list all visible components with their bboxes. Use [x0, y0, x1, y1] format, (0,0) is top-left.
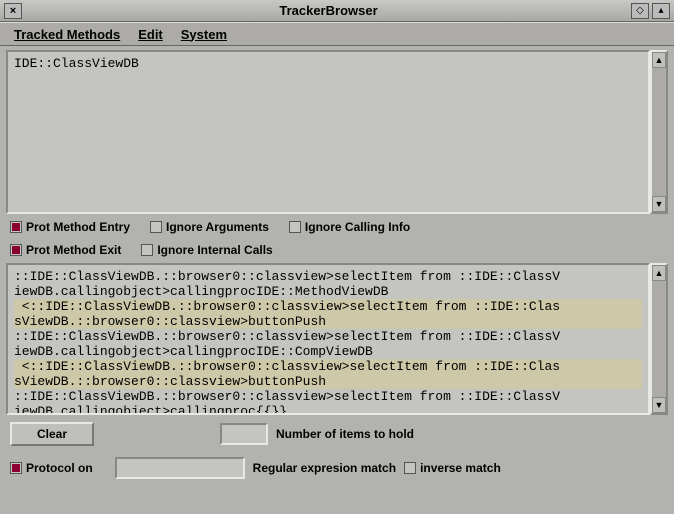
label-regex: Regular expresion match: [253, 461, 396, 475]
checkbox-ignore-calling-info[interactable]: [289, 221, 301, 233]
label-num-items: Number of items to hold: [276, 427, 414, 441]
log-line[interactable]: iewDB.callingobject>callingprocIDE::Comp…: [14, 344, 642, 359]
checkbox-protocol-on[interactable]: [10, 462, 22, 474]
checkbox-prot-method-entry[interactable]: [10, 221, 22, 233]
regex-input[interactable]: [115, 457, 245, 479]
menu-edit[interactable]: Edit: [138, 27, 163, 42]
menubar: Tracked Methods Edit System: [0, 22, 674, 46]
menu-system[interactable]: System: [181, 27, 227, 42]
log-line[interactable]: iewDB.callingobject>callingprocIDE::Meth…: [14, 284, 642, 299]
log-panel[interactable]: ::IDE::ClassViewDB.::browser0::classview…: [6, 263, 650, 415]
menu-tracked-methods[interactable]: Tracked Methods: [14, 27, 120, 42]
scrollbar-log[interactable]: ▲ ▼: [650, 263, 668, 415]
log-line[interactable]: ::IDE::ClassViewDB.::browser0::classview…: [14, 329, 642, 344]
checkbox-inverse-match[interactable]: [404, 462, 416, 474]
window-title: TrackerBrowser: [26, 3, 631, 18]
scrollbar-top[interactable]: ▲ ▼: [650, 50, 668, 214]
scroll-up-icon[interactable]: ▲: [652, 52, 666, 68]
maximize-icon[interactable]: ◇: [631, 3, 649, 19]
label-ignore-arguments: Ignore Arguments: [166, 220, 269, 234]
checkbox-ignore-arguments[interactable]: [150, 221, 162, 233]
label-prot-method-exit: Prot Method Exit: [26, 243, 121, 257]
titlebar: × TrackerBrowser ◇ ▴: [0, 0, 674, 22]
tracked-list-panel[interactable]: IDE::ClassViewDB: [6, 50, 650, 214]
minimize-icon[interactable]: ▴: [652, 3, 670, 19]
close-icon[interactable]: ×: [4, 3, 22, 19]
label-protocol-on: Protocol on: [26, 461, 93, 475]
options-row-1: Prot Method Entry Ignore Arguments Ignor…: [6, 217, 668, 237]
log-line[interactable]: sViewDB.::browser0::classview>buttonPush: [14, 374, 642, 389]
tracked-list-item[interactable]: IDE::ClassViewDB: [14, 56, 642, 71]
label-ignore-calling-info: Ignore Calling Info: [305, 220, 410, 234]
scroll-down-icon[interactable]: ▼: [652, 196, 666, 212]
checkbox-ignore-internal-calls[interactable]: [141, 244, 153, 256]
log-line[interactable]: iewDB.callingobject>callingproc{{}}: [14, 404, 642, 415]
log-line[interactable]: ::IDE::ClassViewDB.::browser0::classview…: [14, 389, 642, 404]
scroll-up-icon[interactable]: ▲: [652, 265, 666, 281]
options-row-2: Prot Method Exit Ignore Internal Calls: [6, 240, 668, 260]
log-line[interactable]: ::IDE::ClassViewDB.::browser0::classview…: [14, 269, 642, 284]
num-items-input[interactable]: [220, 423, 268, 445]
log-line[interactable]: sViewDB.::browser0::classview>buttonPush: [14, 314, 642, 329]
label-ignore-internal-calls: Ignore Internal Calls: [157, 243, 272, 257]
clear-button[interactable]: Clear: [10, 422, 94, 446]
checkbox-prot-method-exit[interactable]: [10, 244, 22, 256]
bottom-bar-2: Protocol on Regular expresion match inve…: [6, 453, 668, 483]
label-inverse-match: inverse match: [420, 461, 501, 475]
log-line[interactable]: <::IDE::ClassViewDB.::browser0::classvie…: [14, 299, 642, 314]
log-line[interactable]: <::IDE::ClassViewDB.::browser0::classvie…: [14, 359, 642, 374]
bottom-bar-1: Clear Number of items to hold: [6, 418, 668, 450]
label-prot-method-entry: Prot Method Entry: [26, 220, 130, 234]
scroll-down-icon[interactable]: ▼: [652, 397, 666, 413]
